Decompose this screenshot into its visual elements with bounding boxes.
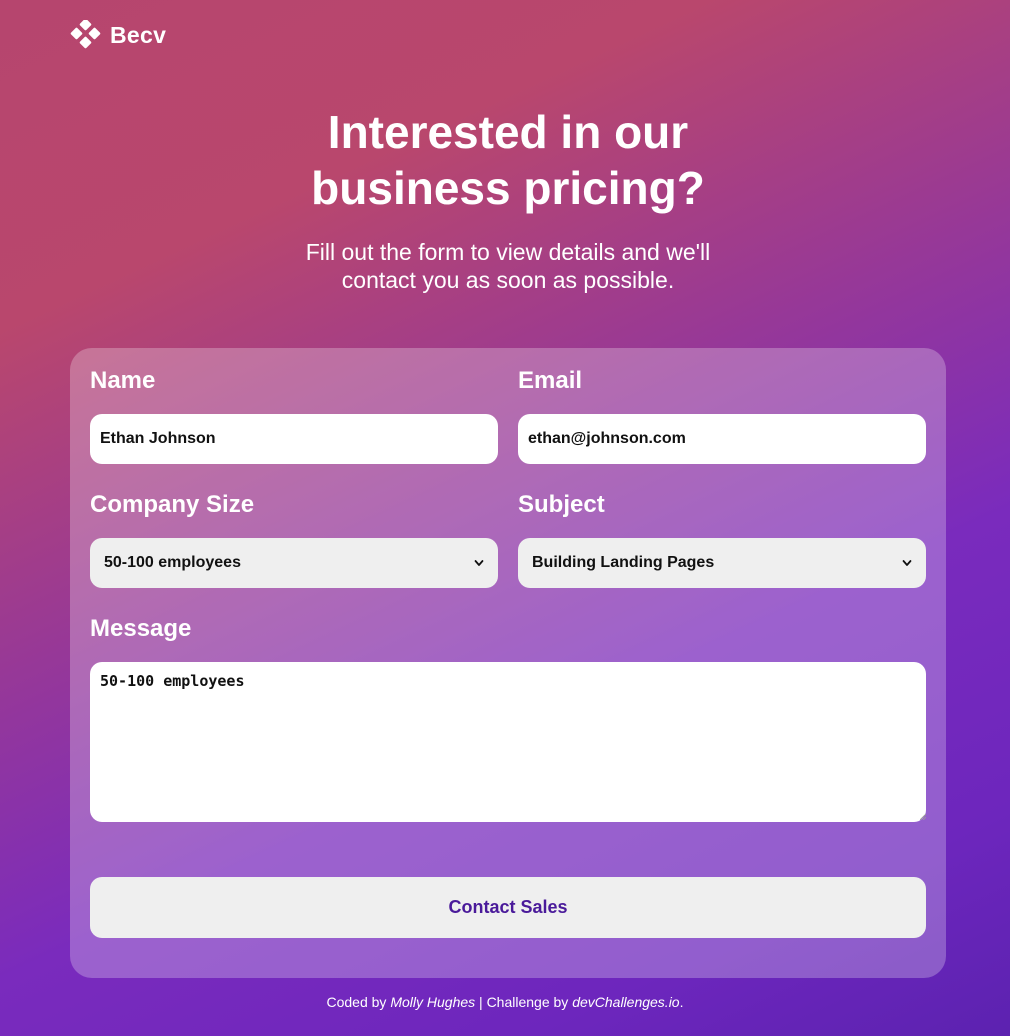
subject-value: Building Landing Pages [532,554,715,571]
subject-select[interactable]: Building Landing Pages [518,538,926,588]
resize-handle-icon[interactable] [920,814,926,820]
name-field[interactable] [90,414,498,464]
footer-separator: | Challenge by [475,994,573,1010]
page-footer: Coded by Molly Hughes | Challenge by dev… [0,993,1010,1011]
hero-section: Interested in our business pricing? Fill… [0,104,1010,294]
subject-label: Subject [518,491,605,518]
diamond-cluster-icon [70,20,101,49]
page-subtitle: Fill out the form to view details and we… [305,239,711,293]
contact-sales-button[interactable]: Contact Sales [90,877,926,938]
message-label: Message [90,615,192,642]
chevron-down-icon [902,560,912,566]
company-size-value: 50-100 employees [104,554,241,571]
footer-site: devChallenges.io [572,994,680,1010]
message-field[interactable]: 50-100 employees [90,662,926,822]
company-size-select[interactable]: 50-100 employees [90,538,498,588]
contact-form: Name Email Company Size 50-100 employees… [70,348,946,978]
name-label: Name [90,367,156,394]
brand-logo[interactable]: Becv [70,20,166,50]
footer-author: Molly Hughes [390,994,476,1010]
company-size-label: Company Size [90,491,255,518]
footer-suffix: . [679,994,684,1010]
email-field[interactable] [518,414,926,464]
footer-prefix: Coded by [326,994,391,1010]
email-label: Email [518,367,583,394]
chevron-down-icon [474,560,484,566]
brand-name: Becv [110,21,167,48]
page-title: Interested in our business pricing? [311,106,705,214]
